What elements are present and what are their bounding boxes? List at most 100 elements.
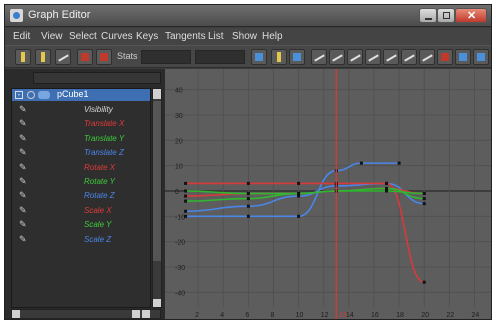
key-icon: ✎ — [19, 204, 27, 215]
scroll-end-arrow-icon[interactable] — [142, 310, 150, 318]
frame-all-icon[interactable] — [251, 49, 267, 65]
attribute-row[interactable]: ✎ Rotate X — [12, 161, 150, 175]
scroll-down-arrow-icon[interactable] — [153, 299, 161, 307]
keyframe-point[interactable] — [422, 202, 426, 206]
attribute-row[interactable]: ✎ Translate Y — [12, 132, 150, 146]
node-row[interactable]: - pCube1 — [12, 89, 150, 101]
y-tick-label: -30 — [175, 265, 185, 272]
close-button[interactable]: ✕ — [455, 8, 487, 23]
stats-time-field[interactable] — [141, 50, 191, 64]
keyframe-point[interactable] — [385, 181, 389, 185]
menu-edit[interactable]: Edit — [13, 31, 30, 42]
lattice-deform-icon[interactable] — [55, 49, 71, 65]
maya-app-icon — [10, 9, 23, 22]
keyframe-point[interactable] — [246, 181, 250, 185]
keyframe-point[interactable] — [184, 214, 188, 218]
graph-canvas[interactable]: 403020100-10-20-30-402 4 6 8 10 12 14 16 18 20 22 2… — [165, 69, 492, 320]
keyframe-point[interactable] — [297, 214, 301, 218]
scroll-right-arrow-icon[interactable] — [132, 310, 140, 318]
menu-show[interactable]: Show — [232, 31, 257, 42]
menu-help[interactable]: Help — [262, 31, 283, 42]
step-tangent-icon[interactable] — [401, 49, 417, 65]
attribute-row[interactable]: ✎ Scale Y — [12, 218, 150, 232]
keyframe-point[interactable] — [385, 186, 389, 190]
plateau-tangent-icon[interactable] — [419, 49, 435, 65]
keyframe-point[interactable] — [359, 161, 363, 165]
stats-value-field[interactable] — [195, 50, 245, 64]
spline-tangent-icon[interactable] — [329, 49, 345, 65]
minimize-button[interactable] — [419, 8, 437, 23]
visibility-icon — [27, 91, 35, 99]
maximize-button[interactable] — [437, 8, 455, 23]
retime-tool-icon[interactable] — [96, 49, 112, 65]
attribute-label: Scale Z — [84, 234, 112, 244]
keyframe-point[interactable] — [422, 197, 426, 201]
keyframe-point[interactable] — [184, 189, 188, 193]
title-bar[interactable]: Graph Editor ✕ — [5, 5, 491, 27]
keyframe-point[interactable] — [184, 199, 188, 203]
horizontal-scrollbar[interactable] — [11, 309, 161, 319]
vertical-scrollbar[interactable] — [152, 88, 162, 308]
unify-tangents-icon[interactable] — [455, 49, 471, 65]
keyframe-point[interactable] — [397, 161, 401, 165]
move-key-tool-icon[interactable] — [15, 49, 31, 65]
region-tool-icon[interactable] — [77, 49, 93, 65]
flat-tangent-icon[interactable] — [383, 49, 399, 65]
auto-tangent-icon[interactable] — [311, 49, 327, 65]
outliner-filter-field[interactable] — [33, 72, 161, 84]
keyframe-point[interactable] — [297, 192, 301, 196]
key-icon: ✎ — [19, 190, 27, 201]
keyframe-point[interactable] — [422, 192, 426, 196]
keyframe-point[interactable] — [246, 204, 250, 208]
keyframe-point[interactable] — [422, 280, 426, 284]
insert-key-tool-icon[interactable] — [35, 49, 51, 65]
clamped-tangent-icon[interactable] — [347, 49, 363, 65]
attribute-row[interactable]: ✎ Rotate Z — [12, 189, 150, 203]
attribute-row[interactable]: ✎ Rotate Y — [12, 175, 150, 189]
buffer-curve-icon[interactable] — [473, 49, 489, 65]
menu-select[interactable]: Select — [69, 31, 97, 42]
attribute-label: Rotate Z — [84, 191, 115, 201]
attribute-row[interactable]: ✎ Translate X — [12, 117, 150, 131]
y-tick-label: 0 — [175, 189, 179, 196]
x-tick-label: 20 — [421, 312, 429, 319]
keyframe-point[interactable] — [246, 197, 250, 201]
key-icon: ✎ — [19, 132, 27, 143]
menu-list[interactable]: List — [208, 31, 224, 42]
expand-icon[interactable]: - — [15, 91, 23, 99]
graph-view[interactable]: 40 30 20 10 0 -10 -20 -30 -40 2 4 6 8 10 12 14 16 18 20 22 2… — [165, 69, 492, 320]
keyframe-point[interactable] — [184, 209, 188, 213]
frame-playback-range-icon[interactable] — [271, 49, 287, 65]
scroll-thumb[interactable] — [153, 101, 161, 261]
menu-tangents[interactable]: Tangents — [165, 31, 206, 42]
attribute-row[interactable]: ✎ Scale Z — [12, 233, 150, 247]
attribute-label: Translate Y — [84, 133, 125, 143]
keyframe-point[interactable] — [246, 192, 250, 196]
keyframe-point[interactable] — [184, 181, 188, 185]
menu-view[interactable]: View — [41, 31, 63, 42]
break-tangents-icon[interactable] — [437, 49, 453, 65]
menu-bar: Edit View Select Curves Keys Tangents Li… — [5, 28, 491, 45]
menu-keys[interactable]: Keys — [136, 31, 158, 42]
key-icon: ✎ — [19, 176, 27, 186]
minimize-icon — [425, 18, 432, 20]
attribute-row[interactable]: ✎ Visibility — [12, 103, 150, 117]
attribute-label: Translate Z — [84, 148, 124, 158]
menu-curves[interactable]: Curves — [101, 31, 133, 42]
mesh-node-icon — [38, 91, 50, 99]
attribute-label: Rotate X — [84, 162, 116, 172]
attribute-row[interactable]: ✎ Scale X — [12, 204, 150, 218]
scroll-left-arrow-icon[interactable] — [12, 310, 20, 318]
keyframe-point[interactable] — [184, 194, 188, 198]
attribute-row[interactable]: ✎ Translate Z — [12, 146, 150, 160]
linear-tangent-icon[interactable] — [365, 49, 381, 65]
scroll-up-arrow-icon[interactable] — [153, 89, 161, 99]
stats-label: Stats — [117, 51, 138, 61]
keyframe-point[interactable] — [246, 214, 250, 218]
graph-editor-window: Graph Editor ✕ Edit View Select Curves K… — [4, 4, 492, 320]
window-title: Graph Editor — [28, 9, 91, 21]
key-icon: ✎ — [19, 104, 27, 114]
keyframe-point[interactable] — [297, 181, 301, 185]
attribute-label: Translate X — [84, 119, 125, 129]
center-current-time-icon[interactable] — [289, 49, 305, 65]
